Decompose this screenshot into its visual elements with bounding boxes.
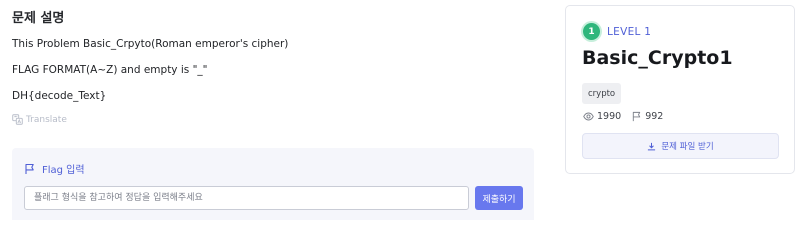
category-tag[interactable]: crypto — [582, 83, 622, 104]
description-line: This Problem Basic_Crpyto(Roman emperor'… — [12, 38, 289, 50]
translate-button[interactable]: Translate — [12, 114, 67, 125]
problem-stats: 1990 992 — [583, 111, 663, 122]
description-line: FLAG FORMAT(A~Z) and empty is "_" — [12, 64, 208, 76]
flag-header: Flag 입력 — [24, 161, 85, 176]
flag-outline-icon — [633, 111, 641, 122]
download-files-button[interactable]: 문제 파일 받기 — [582, 133, 779, 159]
submit-button[interactable]: 제출하기 — [475, 186, 523, 210]
level-badge: 1 — [583, 23, 600, 40]
flag-submit-panel: Flag 입력 제출하기 — [12, 148, 534, 220]
problem-title: Basic_Crypto1 — [582, 47, 733, 69]
view-count: 1990 — [597, 111, 622, 122]
level-label: LEVEL 1 — [607, 25, 652, 38]
translate-icon — [12, 114, 23, 125]
problem-description-panel: 문제 설명 This Problem Basic_Crpyto(Roman em… — [0, 0, 540, 220]
eye-icon — [583, 112, 594, 121]
level-indicator: 1 LEVEL 1 — [583, 23, 651, 40]
problem-info-card: 1 LEVEL 1 Basic_Crypto1 crypto 1990 992 … — [565, 5, 795, 174]
section-title: 문제 설명 — [12, 11, 65, 26]
download-label: 문제 파일 받기 — [661, 142, 714, 152]
flag-icon — [25, 163, 34, 174]
description-line: DH{decode_Text} — [12, 90, 107, 102]
flag-header-label: Flag 입력 — [42, 165, 85, 176]
translate-label: Translate — [26, 114, 67, 125]
solve-count: 992 — [645, 111, 664, 122]
download-icon — [648, 142, 656, 150]
flag-input[interactable] — [24, 186, 469, 210]
